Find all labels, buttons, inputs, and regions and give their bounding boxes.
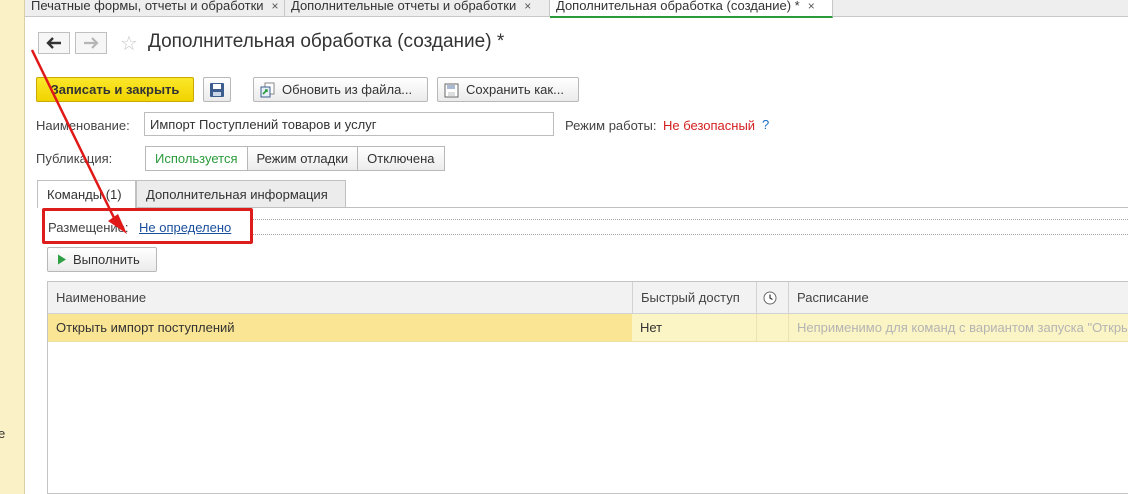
left-panel: е <box>0 0 25 494</box>
table-row[interactable]: Открыть импорт поступлений Нет Непримени… <box>48 314 1128 342</box>
arrow-left-icon <box>46 37 61 49</box>
save-as-button[interactable]: Сохранить как... <box>437 77 579 102</box>
mode-value[interactable]: Не безопасный <box>663 118 755 133</box>
name-input[interactable] <box>144 112 554 136</box>
commands-table: Наименование Быстрый доступ Расписание О… <box>47 281 1128 494</box>
table-cell-name[interactable]: Открыть импорт поступлений <box>48 314 632 341</box>
back-button[interactable] <box>38 32 70 54</box>
star-icon[interactable]: ☆ <box>120 31 138 56</box>
tab-print-forms[interactable]: Печатные формы, отчеты и обработки × <box>25 0 285 17</box>
save-as-icon <box>444 83 459 97</box>
table-cell-schedule-flag[interactable] <box>756 314 788 341</box>
tab-commands[interactable]: Команды (1) <box>37 180 136 208</box>
save-and-close-button[interactable]: Записать и закрыть <box>36 77 194 102</box>
column-header-name[interactable]: Наименование <box>48 282 632 313</box>
update-from-file-label: Обновить из файла... <box>282 82 413 97</box>
left-panel-text: е <box>0 426 6 441</box>
save-button[interactable] <box>203 77 231 102</box>
tab-additional-processing[interactable]: Дополнительная обработка (создание) * × <box>550 0 833 18</box>
publication-option-used[interactable]: Используется <box>145 146 248 171</box>
table-cell-quick-access[interactable]: Нет <box>632 314 756 341</box>
help-icon[interactable]: ? <box>762 117 769 132</box>
tab-label: Дополнительная обработка (создание) * <box>556 0 800 13</box>
play-icon <box>58 254 66 265</box>
tab-bar: Печатные формы, отчеты и обработки × Допо… <box>25 0 1128 18</box>
column-header-schedule[interactable]: Расписание <box>788 282 1128 313</box>
tab-label: Печатные формы, отчеты и обработки <box>31 0 264 13</box>
publication-label: Публикация: <box>36 151 113 166</box>
column-header-schedule-icon[interactable] <box>756 282 788 313</box>
highlight-box <box>42 208 253 244</box>
dotted-divider <box>253 234 1128 235</box>
close-icon[interactable]: × <box>272 0 279 13</box>
publication-option-disabled[interactable]: Отключена <box>357 146 445 171</box>
save-as-label: Сохранить как... <box>466 82 564 97</box>
table-header: Наименование Быстрый доступ Расписание <box>48 282 1128 314</box>
dotted-divider <box>253 219 1128 220</box>
clock-icon <box>763 291 777 304</box>
close-icon[interactable]: × <box>524 0 531 13</box>
tab-additional-reports[interactable]: Дополнительные отчеты и обработки × <box>285 0 550 17</box>
forward-button[interactable] <box>75 32 107 54</box>
publication-selector: Используется Режим отладки Отключена <box>145 146 445 171</box>
tab-label: Дополнительные отчеты и обработки <box>291 0 517 13</box>
column-header-quick-access[interactable]: Быстрый доступ <box>632 282 756 313</box>
arrow-right-icon <box>84 37 99 49</box>
page-title: Дополнительная обработка (создание) * <box>148 31 505 52</box>
name-label: Наименование: <box>36 118 130 133</box>
update-from-file-button[interactable]: Обновить из файла... <box>253 77 428 102</box>
tab-additional-info[interactable]: Дополнительная информация <box>136 180 346 207</box>
run-button[interactable]: Выполнить <box>47 247 157 272</box>
run-label: Выполнить <box>73 252 140 267</box>
close-icon[interactable]: × <box>808 0 815 13</box>
publication-option-debug[interactable]: Режим отладки <box>246 146 359 171</box>
refresh-file-icon <box>260 82 275 97</box>
floppy-disk-icon <box>210 82 224 97</box>
mode-label: Режим работы: <box>565 118 657 133</box>
table-cell-schedule: Неприменимо для команд с вариантом запус… <box>788 314 1128 341</box>
